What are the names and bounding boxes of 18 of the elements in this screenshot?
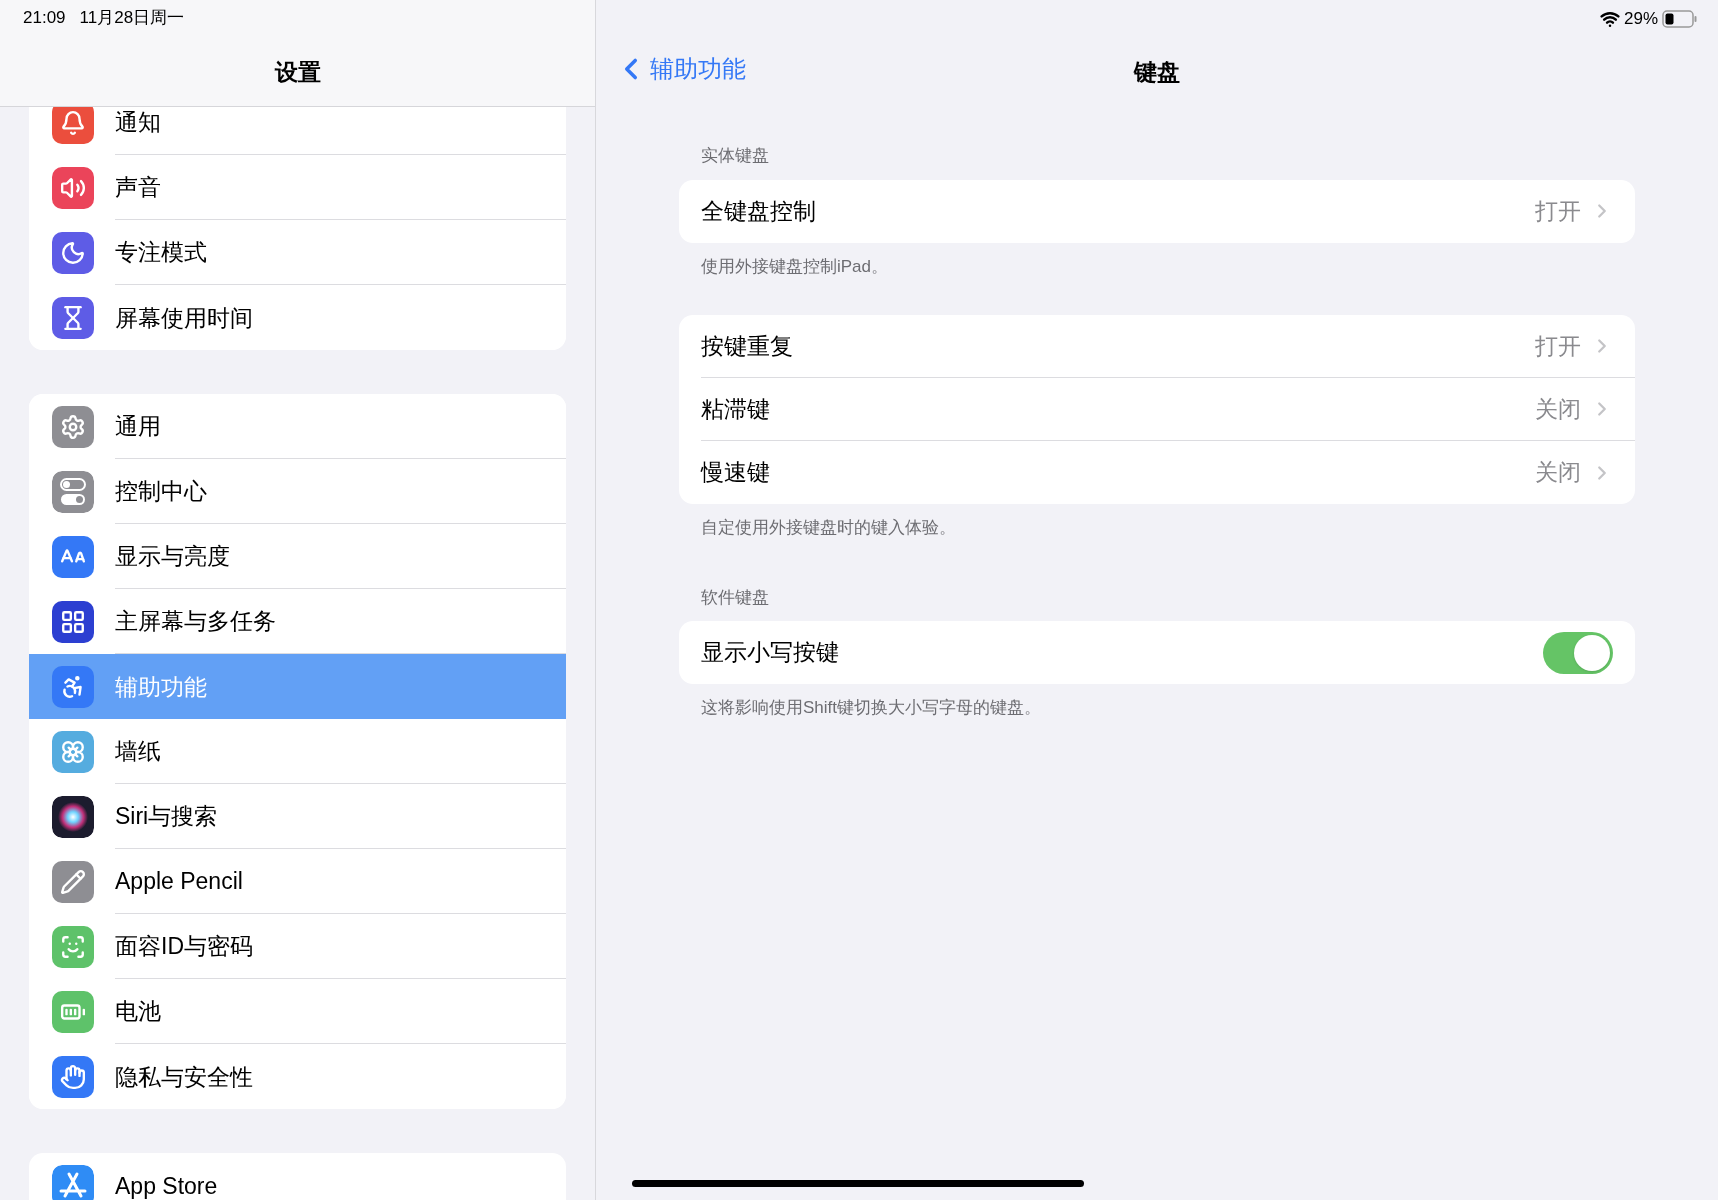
battery-percent: 29%: [1623, 8, 1658, 30]
status-date: 11月28日周一: [79, 7, 185, 29]
setting-label: 慢速键: [701, 458, 771, 488]
section-footer: 自定使用外接键盘时的键入体验。: [679, 515, 1635, 541]
setting-label: 按键重复: [701, 331, 794, 361]
sidebar-title: 设置: [274, 58, 321, 87]
back-button[interactable]: 辅助功能: [614, 50, 746, 87]
setting-label: 全键盘控制: [701, 196, 817, 226]
section-footer: 使用外接键盘控制iPad。: [679, 253, 1635, 279]
setting-label: 显示小写按键: [701, 638, 840, 668]
toggle-switch[interactable]: [1543, 631, 1613, 674]
status-time: 21:09: [23, 7, 66, 29]
section-footer: 这将影响使用Shift键切换大小写字母的键盘。: [679, 695, 1635, 721]
battery-status-icon: [1662, 9, 1698, 28]
section-header: 实体键盘: [700, 145, 770, 167]
setting-label: 粘滞键: [701, 394, 771, 424]
page-title: 键盘: [1134, 58, 1180, 87]
section-header: 软件键盘: [700, 586, 770, 609]
